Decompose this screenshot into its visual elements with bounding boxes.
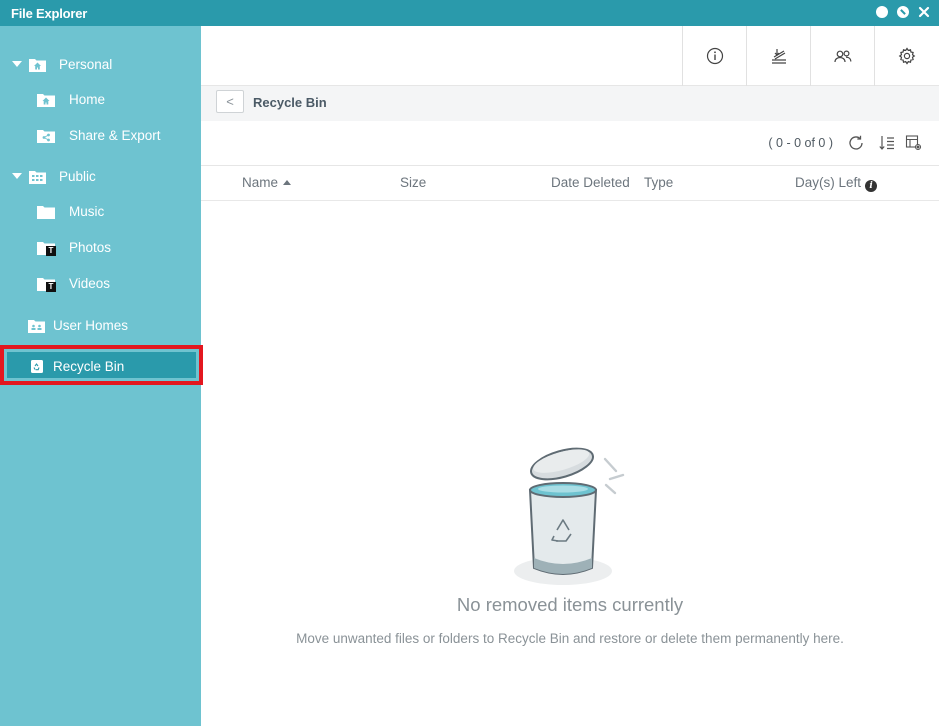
top-action-bar (201, 26, 939, 86)
maximize-button[interactable] (896, 5, 910, 19)
team-folder-badge: T (46, 282, 56, 292)
background-tasks-button[interactable] (746, 26, 810, 86)
window-controls (875, 5, 931, 19)
column-header-days-left[interactable]: Day(s) Left i (795, 175, 878, 192)
sidebar-item-label: Public (59, 168, 96, 184)
sidebar-item-share-export[interactable]: Share & Export (37, 122, 161, 148)
sidebar-item-user-homes[interactable]: User Homes (28, 312, 128, 338)
sidebar-item-home[interactable]: Home (37, 86, 105, 112)
users-icon (833, 50, 851, 63)
sidebar-item-recycle-bin[interactable]: Recycle Bin (30, 353, 124, 379)
folder-icon: T (37, 240, 56, 256)
sidebar-item-label: Music (69, 203, 105, 219)
empty-recycle-bin-illustration (514, 447, 625, 585)
column-header-size[interactable]: Size (400, 175, 426, 190)
settings-button[interactable] (874, 26, 938, 86)
column-header-name[interactable]: Name (242, 175, 292, 190)
team-folder-badge: T (46, 246, 56, 256)
info-icon (706, 47, 723, 65)
expand-caret-icon[interactable] (12, 61, 22, 67)
sidebar-item-music[interactable]: Music (37, 198, 104, 224)
tasks-stack-icon (771, 49, 786, 64)
sidebar-item-label: Personal (59, 56, 113, 72)
title-bar: File Explorer (0, 0, 939, 26)
public-folder-icon (29, 169, 46, 184)
sort-ascending-icon (283, 180, 292, 185)
home-folder-icon (29, 57, 46, 72)
share-folder-icon (37, 128, 55, 143)
window-title: File Explorer (11, 6, 88, 21)
sidebar-item-photos[interactable]: T Photos (37, 234, 111, 260)
sort-button[interactable] (878, 134, 896, 152)
refresh-button[interactable] (847, 134, 865, 152)
users-folder-icon (28, 318, 45, 333)
home-folder-icon (37, 92, 55, 107)
empty-state-subtitle: Move unwanted files or folders to Recycl… (296, 631, 844, 646)
sidebar: Personal Home Share & Export Public Musi… (0, 26, 203, 726)
view-settings-button[interactable] (905, 134, 923, 152)
sidebar-item-label: Home (69, 91, 106, 107)
info-icon[interactable]: i (865, 180, 878, 192)
gear-icon (898, 47, 915, 65)
sidebar-item-videos[interactable]: T Videos (37, 270, 110, 296)
chevron-left-icon: < (226, 94, 234, 109)
list-toolbar: ( 0 - 0 of 0 ) (201, 121, 939, 166)
folder-icon: T (37, 276, 56, 292)
sidebar-item-label: User Homes (53, 317, 129, 333)
column-header-type[interactable]: Type (644, 175, 673, 190)
folder-icon (37, 204, 55, 219)
info-button[interactable] (682, 26, 746, 86)
minimize-button[interactable] (875, 5, 889, 19)
sort-list-icon (879, 136, 894, 150)
sidebar-item-personal[interactable]: Personal (12, 51, 112, 77)
breadcrumb-current: Recycle Bin (253, 95, 327, 110)
expand-caret-icon[interactable] (12, 173, 22, 179)
back-button[interactable]: < (216, 90, 244, 113)
column-header-date-deleted[interactable]: Date Deleted (551, 175, 630, 190)
sidebar-item-label: Share & Export (69, 127, 161, 143)
minimize-icon (876, 6, 888, 18)
sidebar-item-label: Photos (69, 239, 112, 255)
table-header: Name Size Date Deleted Type Day(s) Left i (201, 166, 939, 201)
column-header-label: Day(s) Left (795, 175, 862, 190)
column-header-label: Name (242, 175, 279, 190)
item-count: ( 0 - 0 of 0 ) (768, 136, 833, 150)
sidebar-item-label: Videos (69, 275, 111, 291)
sidebar-item-public[interactable]: Public (12, 163, 96, 189)
close-button[interactable] (917, 5, 931, 19)
view-settings-icon (905, 135, 922, 151)
users-button[interactable] (810, 26, 874, 86)
close-icon (918, 6, 930, 18)
path-bar: < Recycle Bin (201, 86, 939, 121)
sidebar-item-label: Recycle Bin (53, 358, 125, 374)
empty-state-title: No removed items currently (456, 594, 684, 615)
refresh-icon (849, 135, 863, 150)
maximize-icon (897, 6, 909, 18)
recycle-bin-icon (30, 359, 44, 373)
